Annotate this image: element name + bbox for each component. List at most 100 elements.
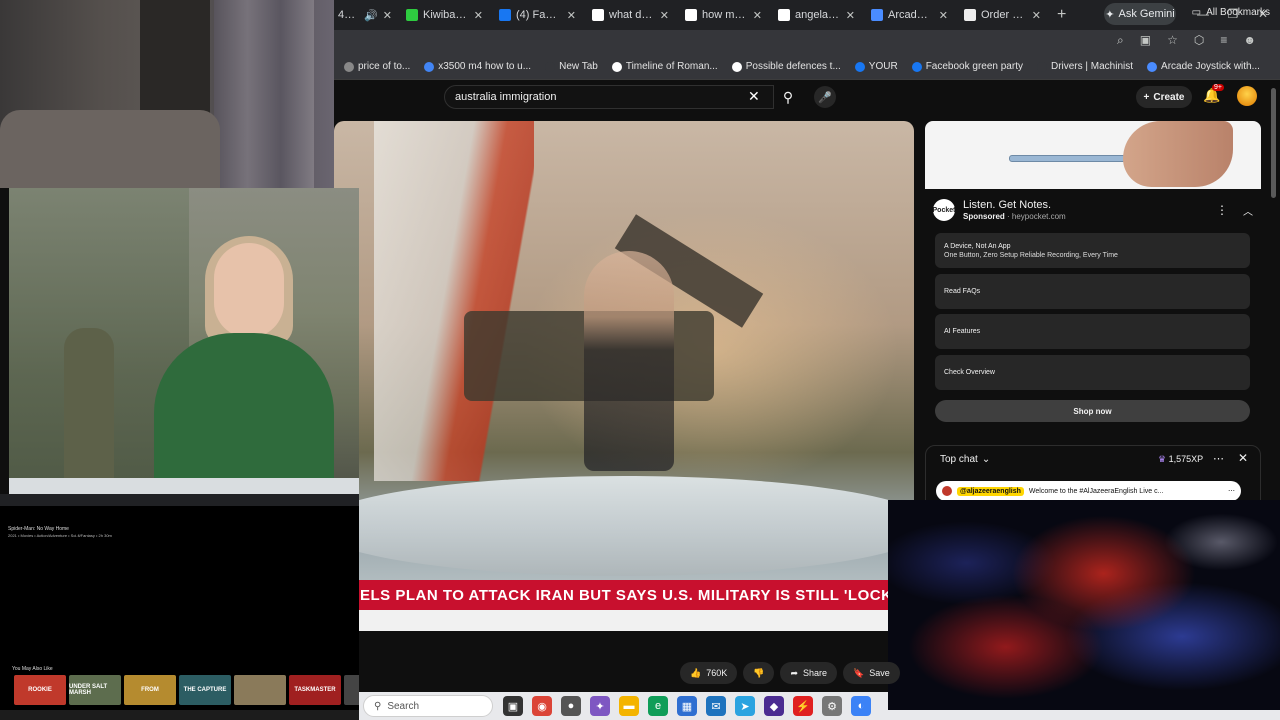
pinned-menu-icon[interactable]: ⋯ (1228, 487, 1235, 495)
mini-may-also-like: You May Also Like (12, 666, 53, 672)
search-button[interactable]: ⚲ (774, 85, 802, 109)
bookmark-star-icon[interactable]: ☆ (1167, 33, 1178, 48)
bookmark-item[interactable]: YOUR (848, 61, 905, 72)
video-player[interactable]: ELS PLAN TO ATTACK IRAN BUT SAYS U.S. MI… (334, 121, 914, 631)
shop-now-button[interactable]: Shop now (935, 400, 1250, 422)
bookmark-label: New Tab (559, 61, 598, 72)
avatar[interactable] (1237, 86, 1257, 106)
browser-tab[interactable]: Order New ✕ (956, 0, 1049, 30)
bookmark-item[interactable]: New Tab (538, 61, 605, 72)
edge-icon[interactable]: e (648, 696, 668, 716)
device-graphic (1009, 155, 1131, 162)
bookmark-label: Arcade Joystick with... (1161, 61, 1260, 72)
chrome-icon[interactable]: ◉ (532, 696, 552, 716)
poster-thumbnail[interactable] (344, 675, 359, 705)
more-menu-icon[interactable]: ⋮ (1216, 203, 1228, 217)
tab-favicon-icon (592, 9, 604, 21)
news-ticker: ELS PLAN TO ATTACK IRAN BUT SAYS U.S. MI… (334, 580, 914, 610)
close-icon[interactable]: ✕ (474, 9, 483, 22)
save-button[interactable]: 🔖 Save (843, 662, 900, 684)
bookmark-item[interactable]: Possible defences t... (725, 61, 848, 72)
profile-icon[interactable]: ☻ (1243, 33, 1256, 48)
mute-icon[interactable]: 🔊 (364, 9, 378, 22)
pinned-channel: @aljazeeraenglish (957, 486, 1024, 496)
browser-tab[interactable]: how many c ✕ (677, 0, 770, 30)
zoom-icon[interactable]: ⌕ (1117, 33, 1124, 48)
chevron-up-icon[interactable]: ︿ (1243, 203, 1253, 218)
bookmark-favicon-icon (545, 61, 556, 72)
bookmark-item[interactable]: price of to... (337, 61, 417, 72)
ad-image[interactable] (925, 121, 1261, 189)
bookmark-item[interactable]: Arcade Joystick with... (1140, 61, 1267, 72)
bookmark-label: Possible defences t... (745, 61, 841, 72)
copilot-icon[interactable]: ✦ (590, 696, 610, 716)
cast-icon[interactable]: ▣ (1140, 33, 1151, 48)
poster-thumbnail[interactable]: THE CAPTURE (179, 675, 231, 705)
plus-icon: + (1143, 91, 1150, 103)
bookmark-item[interactable]: Timeline of Roman... (605, 61, 725, 72)
xp-value: 1,575XP (1168, 454, 1204, 464)
close-icon[interactable]: ✕ (753, 9, 762, 22)
browser-tab[interactable]: Kiwibank Inter... ✕ (398, 0, 491, 30)
store-icon[interactable]: ▦ (677, 696, 697, 716)
close-icon[interactable]: ✕ (1032, 9, 1041, 22)
pinned-message[interactable]: @aljazeeraenglish Welcome to the #AlJaze… (936, 481, 1241, 501)
chat-mode-dropdown[interactable]: Top chat ⌄ (940, 454, 990, 465)
mini-tabstrip (0, 494, 359, 506)
crown-icon: ♛ (1158, 454, 1167, 464)
reading-list-icon[interactable]: ≡ (1220, 33, 1227, 48)
extensions-icon[interactable]: ⬡ (1194, 33, 1204, 48)
poster-thumbnail[interactable]: FROM (124, 675, 176, 705)
file-explorer-icon[interactable]: ▬ (619, 696, 639, 716)
tab-label: Kiwibank Inter... (423, 9, 469, 21)
telegram-icon[interactable]: ➤ (735, 696, 755, 716)
chat-menu-icon[interactable]: ⋯ (1213, 452, 1224, 465)
pocket-logo: Pocket (933, 199, 955, 221)
search-input[interactable]: australia immigration (444, 85, 774, 109)
task-view-icon[interactable]: ▣ (503, 696, 523, 716)
close-icon[interactable]: ✕ (567, 9, 576, 22)
app-icon[interactable]: ● (561, 696, 581, 716)
browser-tab[interactable]: Arcade Joys ✕ (863, 0, 956, 30)
settings-icon[interactable]: ⚙ (822, 696, 842, 716)
poster-thumbnail[interactable]: TASKMASTER (289, 675, 341, 705)
xp-badge[interactable]: ♛ 1,575XP (1158, 454, 1203, 465)
close-icon[interactable]: ✕ (660, 9, 669, 22)
create-button[interactable]: + Create (1136, 86, 1192, 108)
like-button[interactable]: 👍 760K (680, 662, 738, 684)
ad-link-row[interactable]: Read FAQs (935, 274, 1250, 309)
bookmark-item[interactable]: Drivers | Machinist (1030, 61, 1140, 72)
thumbs-up-icon: 👍 (690, 667, 702, 678)
bookmark-label: YOUR (868, 61, 898, 72)
galaxy-overlay (888, 500, 1280, 710)
poster-thumbnail[interactable]: ROOKIE (14, 675, 66, 705)
browser-tab[interactable]: (4) Facebook ✕ (491, 0, 584, 30)
ad-link-row[interactable]: Check Overview (935, 355, 1250, 390)
poster-thumbnail[interactable]: UNDER SALT MARSH (69, 675, 121, 705)
voice-search-button[interactable]: 🎤 (814, 86, 836, 108)
close-icon[interactable]: ✕ (383, 9, 392, 22)
dislike-button[interactable]: 👎 (743, 662, 775, 684)
browser-tab[interactable]: what does m ✕ (584, 0, 677, 30)
ad-link-row[interactable]: AI Features (935, 314, 1250, 349)
close-chat-icon[interactable]: ✕ (1238, 451, 1248, 465)
all-bookmarks[interactable]: ▭ All Bookmarks (1192, 7, 1270, 18)
browser-tab[interactable]: angelawalsh ✕ (770, 0, 863, 30)
scrollbar[interactable] (1271, 88, 1276, 198)
close-icon[interactable]: ✕ (846, 9, 855, 22)
outlook-icon[interactable]: ✉ (706, 696, 726, 716)
app-purple-icon[interactable]: ◆ (764, 696, 784, 716)
share-button[interactable]: ➦ Share (780, 662, 838, 684)
new-tab-button[interactable]: + (1049, 0, 1074, 30)
app-red-icon[interactable]: ⚡ (793, 696, 813, 716)
ad-panel: Pocket Listen. Get Notes. Sponsored · he… (925, 121, 1261, 433)
taskbar-search[interactable]: ⚲ Search (363, 695, 493, 717)
ask-gemini-button[interactable]: ✦ Ask Gemini (1104, 3, 1176, 25)
bookmark-item[interactable]: x3500 m4 how to u... (417, 61, 538, 72)
ad-link-row[interactable]: A Device, Not An App One Button, Zero Set… (935, 233, 1250, 268)
close-icon[interactable]: ✕ (939, 9, 948, 22)
poster-thumbnail[interactable] (234, 675, 286, 705)
app-blue-icon[interactable]: ◐ (851, 696, 871, 716)
clear-search-icon[interactable]: ✕ (748, 88, 760, 105)
bookmark-item[interactable]: Facebook green party (905, 61, 1030, 72)
